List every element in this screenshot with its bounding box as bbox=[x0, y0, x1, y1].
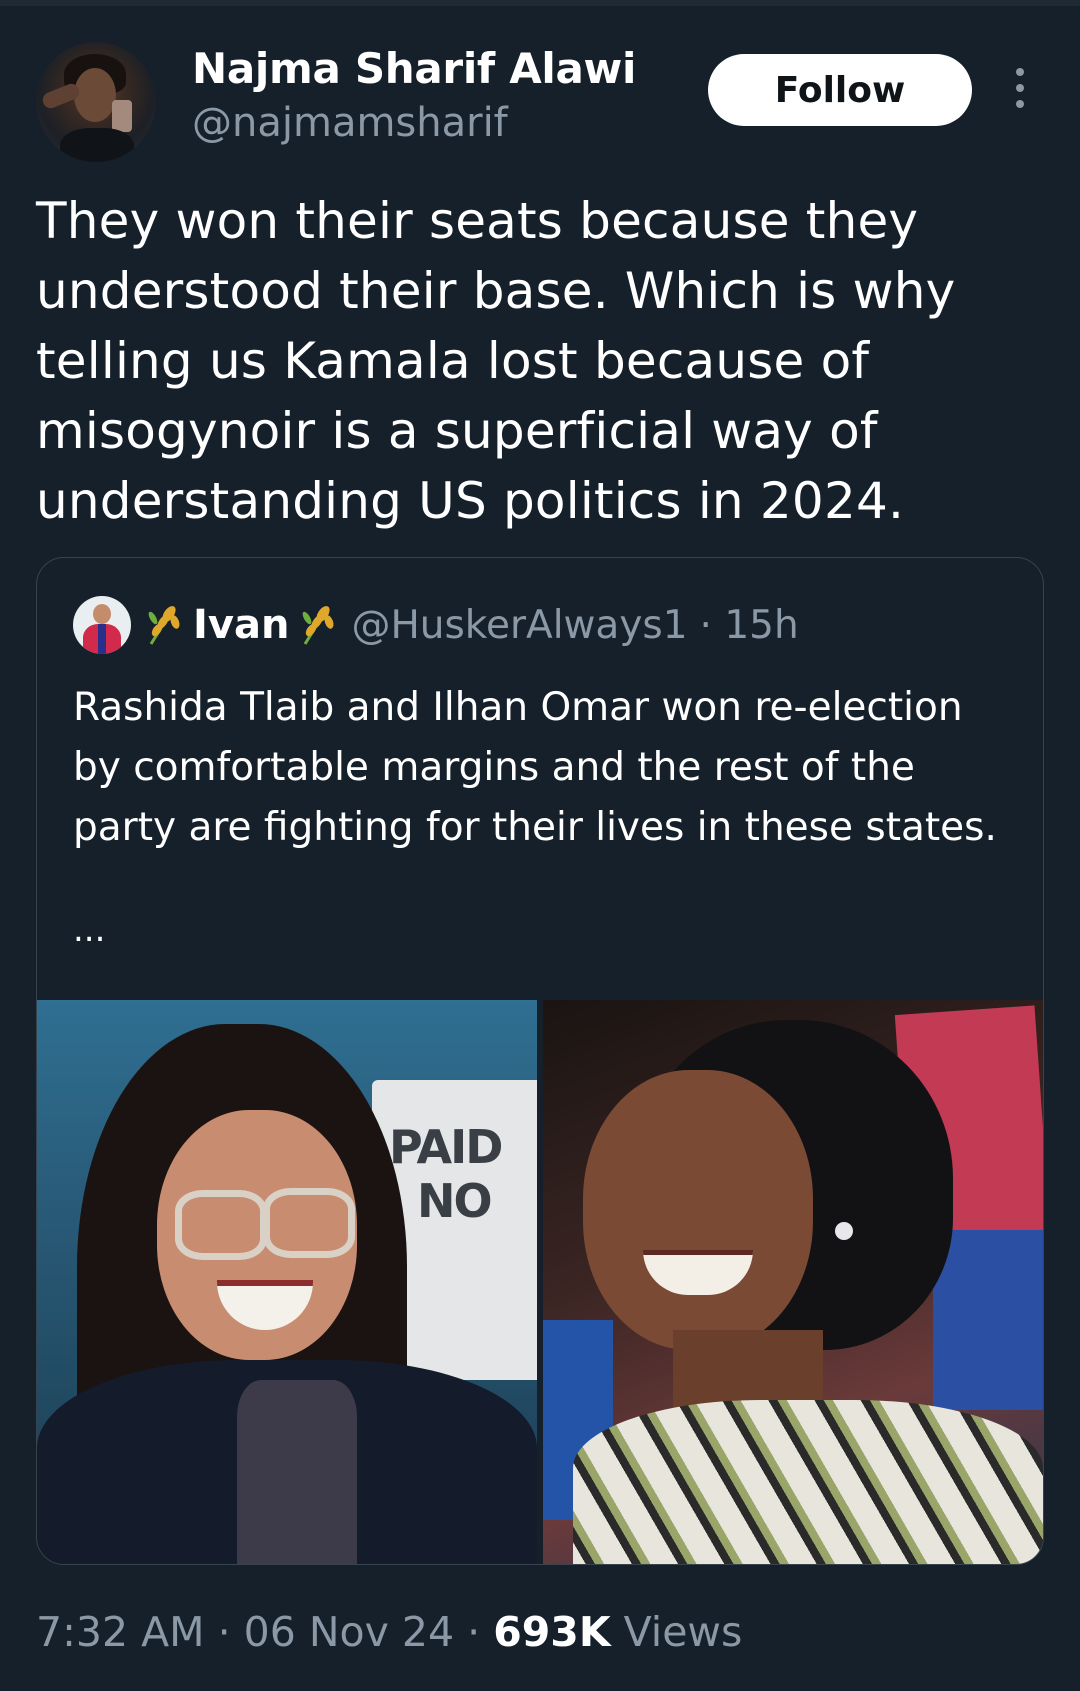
more-vertical-icon[interactable] bbox=[1008, 68, 1032, 116]
quoted-author-name[interactable]: Ivan bbox=[193, 602, 289, 648]
wheat-icon bbox=[148, 606, 180, 645]
photo-sign-text: PAID NO bbox=[389, 1120, 503, 1228]
views-count: 693K bbox=[493, 1608, 611, 1656]
quoted-tweet-card[interactable]: Ivan @HuskerAlways1 · 15h Rashida Tlaib … bbox=[36, 557, 1044, 1565]
quoted-tweet-media[interactable]: PAID NO bbox=[37, 1000, 1043, 1564]
tweet-date[interactable]: 06 Nov 24 bbox=[244, 1608, 454, 1656]
author-avatar[interactable] bbox=[36, 42, 156, 162]
meta-separator: · bbox=[467, 1608, 481, 1656]
quoted-tweet-header: Ivan @HuskerAlways1 · 15h bbox=[73, 594, 799, 656]
quoted-author-avatar[interactable] bbox=[73, 596, 131, 654]
show-more-ellipsis[interactable]: ... bbox=[73, 910, 105, 950]
quoted-tweet-text: Rashida Tlaib and Ilhan Omar won re-elec… bbox=[73, 685, 997, 850]
meta-separator: · bbox=[217, 1608, 231, 1656]
tweet-text: They won their seats because they unders… bbox=[36, 192, 956, 530]
author-display-name[interactable]: Najma Sharif Alawi bbox=[192, 44, 636, 93]
author-handle[interactable]: @najmamsharif bbox=[192, 100, 508, 146]
photo-left[interactable]: PAID NO bbox=[37, 1000, 537, 1564]
tweet-time[interactable]: 7:32 AM bbox=[36, 1608, 205, 1656]
tweet-metadata: 7:32 AM · 06 Nov 24 · 693K Views bbox=[36, 1608, 742, 1656]
quoted-tweet-age: · 15h bbox=[699, 602, 799, 648]
top-divider bbox=[0, 0, 1080, 6]
views-label: Views bbox=[623, 1608, 743, 1656]
photo-right[interactable] bbox=[543, 1000, 1043, 1564]
quoted-author-handle[interactable]: @HuskerAlways1 bbox=[351, 603, 687, 648]
follow-button[interactable]: Follow bbox=[708, 54, 972, 126]
wheat-icon bbox=[303, 606, 334, 645]
